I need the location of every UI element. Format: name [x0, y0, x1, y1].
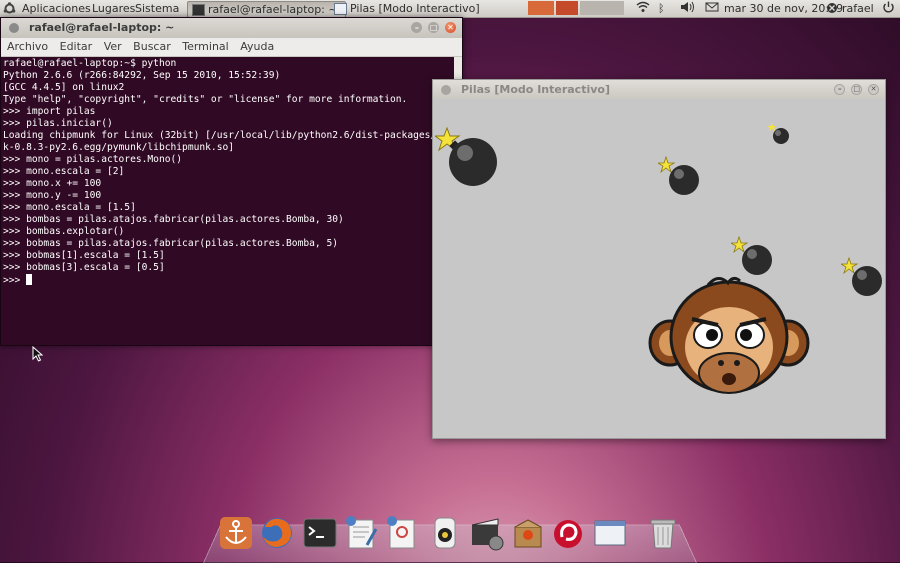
- window-icon: [334, 3, 347, 15]
- bomb-sprite[interactable]: [767, 122, 791, 146]
- terminal-line: Python 2.6.6 (r266:84292, Sep 15 2010, 1…: [3, 70, 281, 81]
- user-status-icon[interactable]: [826, 0, 838, 19]
- bomb-sprite[interactable]: [731, 236, 775, 276]
- bomb-sprite[interactable]: [658, 156, 702, 196]
- taskbar-item-pilas[interactable]: Pilas [Modo Interactivo]: [330, 1, 490, 16]
- bluetooth-icon[interactable]: ᛒ: [658, 0, 665, 17]
- bomb-sprite[interactable]: [435, 126, 503, 188]
- window-title: Pilas [Modo Interactivo]: [461, 83, 610, 96]
- pilas-window[interactable]: Pilas [Modo Interactivo] – □ ✕: [432, 79, 886, 439]
- mail-icon[interactable]: [705, 0, 719, 19]
- terminal-line: >>> bobmas[3].escala = [0.5]: [3, 262, 165, 273]
- terminal-window[interactable]: rafael@rafael-laptop: ~ – □ ✕ Archivo Ed…: [0, 17, 463, 346]
- pilas-canvas[interactable]: [433, 99, 885, 438]
- terminal-line: >>> mono.escala = [2]: [3, 166, 125, 177]
- trash-icon[interactable]: [645, 515, 681, 551]
- anchor-icon[interactable]: [218, 515, 254, 551]
- volume-icon[interactable]: [679, 0, 695, 19]
- window-menu-icon[interactable]: [9, 23, 19, 33]
- text-cursor: [26, 274, 33, 285]
- terminal-line: >>> bombas = pilas.atajos.fabricar(pilas…: [3, 214, 344, 225]
- minimize-button[interactable]: –: [411, 22, 423, 33]
- terminal-line: >>> pilas.iniciar(): [3, 118, 113, 129]
- terminal-line: >>> mono.escala = [1.5]: [3, 202, 136, 213]
- terminal-icon: [192, 4, 205, 16]
- power-icon[interactable]: [882, 0, 895, 19]
- close-button[interactable]: ✕: [868, 84, 879, 95]
- terminal-output[interactable]: rafael@rafael-laptop:~$ python Python 2.6…: [1, 57, 462, 345]
- terminal-titlebar[interactable]: rafael@rafael-laptop: ~ – □ ✕: [1, 18, 462, 38]
- mouse-pointer-icon: [32, 346, 44, 362]
- user-name[interactable]: rafael: [842, 0, 874, 17]
- terminal-line: Type "help", "copyright", "credits" or "…: [3, 94, 408, 105]
- window-icon[interactable]: [592, 515, 628, 551]
- workspace-icon[interactable]: [580, 1, 624, 15]
- movie-editor-icon[interactable]: [468, 515, 504, 551]
- debian-swirl-icon[interactable]: [550, 515, 586, 551]
- terminal-prompt-line[interactable]: >>>: [3, 274, 462, 287]
- minimize-button[interactable]: –: [834, 84, 846, 95]
- taskbar-item-label: rafael@rafael-laptop: ~: [208, 3, 338, 16]
- terminal-line: >>> mono.y -= 100: [3, 190, 102, 201]
- workspace-switcher-icon[interactable]: [528, 1, 554, 15]
- terminal-line: rafael@rafael-laptop:~$ python: [3, 58, 177, 69]
- menu-archivo[interactable]: Archivo: [7, 40, 48, 53]
- terminal-line: >>> mono.x += 100: [3, 178, 102, 189]
- terminal-icon[interactable]: [302, 515, 338, 551]
- menu-sistema[interactable]: Sistema: [135, 0, 179, 17]
- taskbar-item-label: Pilas [Modo Interactivo]: [350, 2, 480, 15]
- terminal-line: >>> mono = pilas.actores.Mono(): [3, 154, 183, 165]
- maximize-button[interactable]: □: [851, 84, 863, 95]
- window-menu-icon[interactable]: [441, 85, 451, 95]
- menu-ver[interactable]: Ver: [104, 40, 122, 53]
- package-manager-icon[interactable]: [510, 515, 546, 551]
- close-button[interactable]: ✕: [445, 22, 456, 33]
- wifi-icon[interactable]: [636, 0, 650, 19]
- bomb-sprite[interactable]: [841, 257, 885, 297]
- firefox-tray-icon[interactable]: [556, 1, 578, 15]
- terminal-line: >>> bobmas[1].escala = [1.5]: [3, 250, 165, 261]
- monkey-sprite[interactable]: [648, 275, 810, 405]
- pilas-titlebar[interactable]: Pilas [Modo Interactivo] – □ ✕: [433, 80, 885, 99]
- menu-aplicaciones[interactable]: Aplicaciones: [22, 0, 91, 17]
- menu-buscar[interactable]: Buscar: [133, 40, 171, 53]
- menu-terminal[interactable]: Terminal: [182, 40, 229, 53]
- menu-lugares[interactable]: Lugares: [92, 0, 135, 17]
- maximize-button[interactable]: □: [428, 22, 440, 33]
- terminal-prompt: >>>: [3, 275, 27, 286]
- terminal-line: >>> import pilas: [3, 106, 96, 117]
- media-player-icon[interactable]: [427, 515, 463, 551]
- text-editor-icon[interactable]: [343, 515, 379, 551]
- taskbar-item-terminal[interactable]: rafael@rafael-laptop: ~: [187, 1, 346, 18]
- terminal-line: Loading chipmunk for Linux (32bit) [/usr…: [3, 130, 448, 141]
- top-panel: Aplicaciones Lugares Sistema rafael@rafa…: [0, 0, 900, 18]
- terminal-line: >>> bombas.explotar(): [3, 226, 125, 237]
- terminal-line: [GCC 4.4.5] on linux2: [3, 82, 125, 93]
- terminal-line: >>> bobmas = pilas.atajos.fabricar(pilas…: [3, 238, 339, 249]
- firefox-icon[interactable]: [259, 515, 295, 551]
- menu-ayuda[interactable]: Ayuda: [240, 40, 274, 53]
- window-title: rafael@rafael-laptop: ~: [29, 21, 175, 34]
- menu-editar[interactable]: Editar: [60, 40, 93, 53]
- document-viewer-icon[interactable]: [384, 515, 420, 551]
- terminal-line: k-0.8.3-py2.6.egg/pymunk/libchipmunk.so]: [3, 142, 235, 153]
- terminal-menubar: Archivo Editar Ver Buscar Terminal Ayuda: [1, 38, 462, 57]
